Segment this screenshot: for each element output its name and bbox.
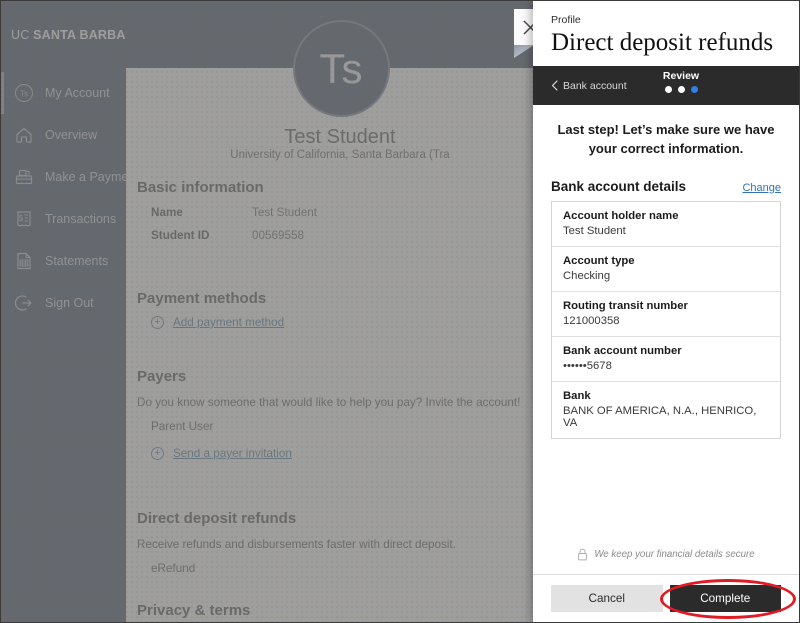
security-note-text: We keep your financial details secure bbox=[594, 549, 755, 560]
sidebar-item-my-account[interactable]: Ts My Account bbox=[1, 72, 126, 114]
back-label: Bank account bbox=[563, 79, 627, 92]
current-step-label: Review bbox=[662, 70, 700, 82]
detail-bank-account-number: Bank account number ••••••5678 bbox=[552, 337, 780, 382]
sidebar-item-label: My Account bbox=[45, 86, 110, 100]
detail-label: Bank account number bbox=[563, 344, 682, 357]
bank-details-heading: Bank account details bbox=[551, 178, 687, 194]
panel-title: Direct deposit refunds bbox=[551, 29, 774, 56]
detail-label: Bank bbox=[563, 389, 591, 402]
detail-label: Routing transit number bbox=[563, 299, 688, 312]
step-dot-1[interactable] bbox=[664, 86, 672, 93]
add-payment-method-link[interactable]: Add payment method bbox=[173, 316, 284, 329]
detail-value: BANK OF AMERICA, N.A., HENRICO, VA bbox=[563, 404, 757, 429]
bank-details-list: Account holder name Test Student Account… bbox=[551, 200, 781, 439]
panel-lead-text: Last step! Let’s make sure we have your … bbox=[557, 122, 775, 156]
document-grid-icon bbox=[13, 250, 35, 272]
sidebar-item-label: Transactions bbox=[45, 212, 117, 226]
bank-details-header: Bank account details Change bbox=[551, 179, 781, 194]
sidebar: UC SANTA BARBARA Ts My Account Overview bbox=[1, 1, 144, 622]
complete-button[interactable]: Complete bbox=[669, 585, 781, 612]
sidebar-nav: Ts My Account Overview Make a Payment $ … bbox=[1, 68, 139, 324]
plus-circle-icon: + bbox=[151, 447, 164, 461]
direct-deposit-panel: Profile Direct deposit refunds Bank acco… bbox=[533, 1, 799, 622]
detail-value: ••••••5678 bbox=[563, 359, 612, 372]
cancel-button[interactable]: Cancel bbox=[551, 585, 663, 612]
brand-prefix: UC bbox=[11, 27, 34, 42]
row-value: Test Student bbox=[252, 206, 317, 219]
brand-logo[interactable]: UC SANTA BARBARA bbox=[1, 1, 144, 68]
detail-account-type: Account type Checking bbox=[552, 247, 780, 292]
sign-out-icon bbox=[13, 292, 35, 314]
sidebar-item-transactions[interactable]: $ Transactions bbox=[1, 198, 126, 240]
change-link[interactable]: Change bbox=[742, 182, 781, 194]
detail-label: Account type bbox=[563, 254, 635, 267]
sidebar-item-label: Sign Out bbox=[45, 296, 94, 310]
payment-card-icon bbox=[13, 166, 35, 188]
detail-bank: Bank BANK OF AMERICA, N.A., HENRICO, VA bbox=[552, 382, 780, 438]
current-step: Review bbox=[651, 70, 711, 93]
brand-logo-text: UC SANTA BARBARA bbox=[11, 28, 144, 42]
detail-value: Test Student bbox=[563, 224, 626, 237]
detail-value: Checking bbox=[563, 269, 611, 282]
svg-text:Ts: Ts bbox=[20, 90, 28, 99]
step-dot-2[interactable] bbox=[677, 86, 685, 93]
panel-footer: Cancel Complete bbox=[533, 574, 799, 622]
receipt-dollar-icon: $ bbox=[13, 208, 35, 230]
detail-account-holder-name: Account holder name Test Student bbox=[552, 202, 780, 247]
row-key: Name bbox=[151, 206, 183, 219]
detail-label: Account holder name bbox=[563, 209, 679, 222]
sidebar-item-sign-out[interactable]: Sign Out bbox=[1, 282, 126, 324]
sidebar-item-make-a-payment[interactable]: Make a Payment bbox=[1, 156, 139, 198]
avatar-initials-icon: Ts bbox=[13, 82, 35, 104]
app-window: UC SANTA BARBARA Ts My Account Overview bbox=[0, 0, 800, 623]
step-dot-3-active[interactable] bbox=[690, 86, 698, 93]
plus-circle-icon: + bbox=[151, 316, 164, 329]
send-payer-invitation-link[interactable]: Send a payer invitation bbox=[173, 447, 292, 460]
row-key: Student ID bbox=[151, 229, 210, 242]
detail-routing-transit-number: Routing transit number 121000358 bbox=[552, 292, 780, 337]
detail-value: 121000358 bbox=[563, 314, 620, 327]
sidebar-item-label: Statements bbox=[45, 254, 109, 268]
step-dots bbox=[651, 86, 711, 93]
row-value: 00569558 bbox=[252, 229, 305, 242]
sidebar-item-statements[interactable]: Statements bbox=[1, 240, 126, 282]
sidebar-item-label: Make a Payment bbox=[45, 170, 139, 184]
step-progress-bar: Bank account Review bbox=[533, 66, 799, 105]
lock-icon bbox=[577, 548, 588, 561]
panel-header: Profile Direct deposit refunds bbox=[533, 1, 799, 66]
breadcrumb: Profile bbox=[551, 14, 581, 26]
security-note: We keep your financial details secure bbox=[533, 548, 799, 574]
avatar: Ts bbox=[293, 20, 390, 117]
panel-body: Last step! Let’s make sure we have your … bbox=[533, 105, 799, 548]
svg-text:$: $ bbox=[19, 214, 24, 223]
back-to-bank-account-button[interactable]: Bank account bbox=[551, 80, 627, 92]
chevron-left-icon bbox=[551, 80, 563, 91]
